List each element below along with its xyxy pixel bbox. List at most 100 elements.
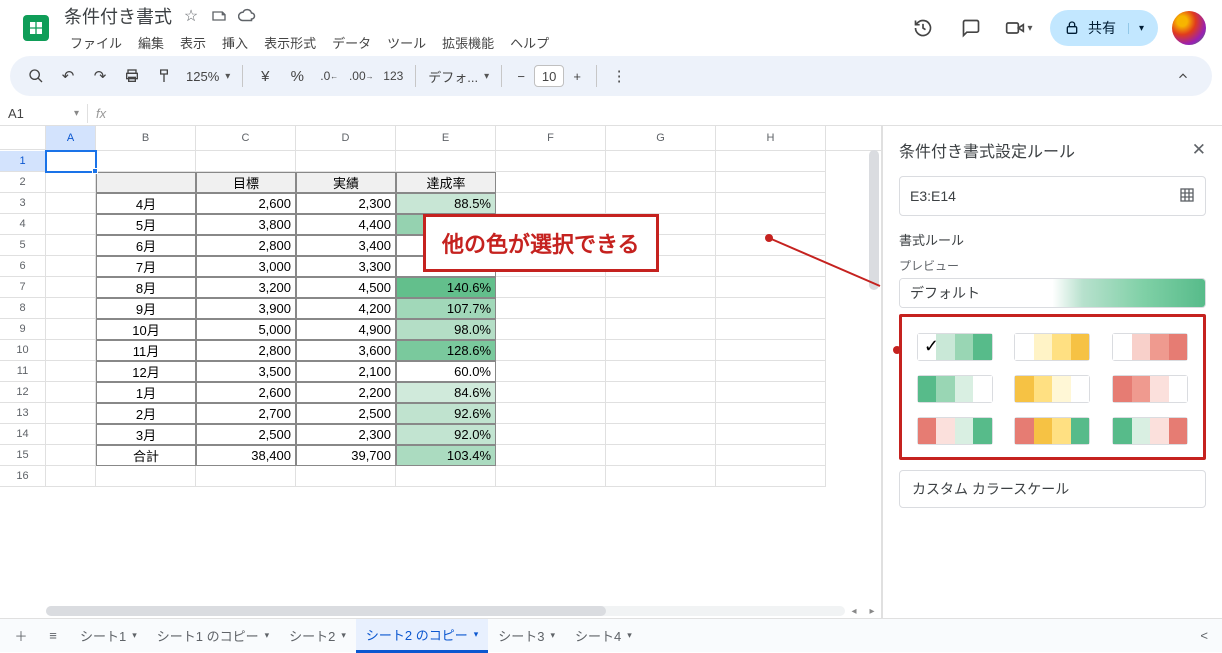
cell-C6[interactable]: 3,000: [196, 256, 296, 277]
cell-H5[interactable]: [716, 235, 826, 256]
zoom-selector[interactable]: 125%▾: [182, 69, 234, 84]
cell-A2[interactable]: [46, 172, 96, 193]
menu-ヘルプ[interactable]: ヘルプ: [504, 31, 555, 54]
cell-E14[interactable]: 92.0%: [396, 424, 496, 445]
sheet-tab-シート2[interactable]: シート2▾: [279, 619, 356, 653]
cell-C7[interactable]: 3,200: [196, 277, 296, 298]
row-head-10[interactable]: 10: [0, 340, 46, 361]
cell-C15[interactable]: 38,400: [196, 445, 296, 466]
menu-ファイル[interactable]: ファイル: [64, 31, 128, 54]
cell-D16[interactable]: [296, 466, 396, 487]
cell-E3[interactable]: 88.5%: [396, 193, 496, 214]
name-box[interactable]: A1▾: [0, 104, 88, 123]
cell-G8[interactable]: [606, 298, 716, 319]
cell-C14[interactable]: 2,500: [196, 424, 296, 445]
cell-B14[interactable]: 3月: [96, 424, 196, 445]
cell-C11[interactable]: 3,500: [196, 361, 296, 382]
cell-B7[interactable]: 8月: [96, 277, 196, 298]
palette-0-0[interactable]: [917, 333, 993, 361]
explore-toggle[interactable]: <: [1192, 628, 1216, 643]
row-head-6[interactable]: 6: [0, 256, 46, 277]
cell-D10[interactable]: 3,600: [296, 340, 396, 361]
cell-F16[interactable]: [496, 466, 606, 487]
star-icon[interactable]: ☆: [182, 7, 200, 25]
cell-C16[interactable]: [196, 466, 296, 487]
cell-G13[interactable]: [606, 403, 716, 424]
cell-G3[interactable]: [606, 193, 716, 214]
cell-H14[interactable]: [716, 424, 826, 445]
cell-C12[interactable]: 2,600: [196, 382, 296, 403]
cell-C2[interactable]: 目標: [196, 172, 296, 193]
cell-F12[interactable]: [496, 382, 606, 403]
cell-C4[interactable]: 3,800: [196, 214, 296, 235]
row-head-5[interactable]: 5: [0, 235, 46, 256]
cell-F13[interactable]: [496, 403, 606, 424]
cell-F7[interactable]: [496, 277, 606, 298]
select-all-corner[interactable]: [0, 126, 46, 150]
menu-ツール[interactable]: ツール: [381, 31, 432, 54]
col-head-B[interactable]: B: [96, 126, 196, 150]
cell-H6[interactable]: [716, 256, 826, 277]
cloud-icon[interactable]: [238, 7, 256, 25]
row-head-11[interactable]: 11: [0, 361, 46, 382]
cell-G11[interactable]: [606, 361, 716, 382]
cell-E1[interactable]: [396, 151, 496, 172]
row-head-1[interactable]: 1: [0, 151, 46, 172]
cell-F2[interactable]: [496, 172, 606, 193]
cell-F14[interactable]: [496, 424, 606, 445]
cell-E16[interactable]: [396, 466, 496, 487]
cell-E2[interactable]: 達成率: [396, 172, 496, 193]
cell-E11[interactable]: 60.0%: [396, 361, 496, 382]
cell-G14[interactable]: [606, 424, 716, 445]
palette-2-1[interactable]: [1014, 417, 1090, 445]
cell-B6[interactable]: 7月: [96, 256, 196, 277]
cell-A8[interactable]: [46, 298, 96, 319]
cell-D6[interactable]: 3,300: [296, 256, 396, 277]
col-head-E[interactable]: E: [396, 126, 496, 150]
cell-F8[interactable]: [496, 298, 606, 319]
cell-D1[interactable]: [296, 151, 396, 172]
menu-拡張機能[interactable]: 拡張機能: [436, 31, 500, 54]
cell-B8[interactable]: 9月: [96, 298, 196, 319]
menu-データ[interactable]: データ: [326, 31, 377, 54]
cell-G15[interactable]: [606, 445, 716, 466]
cell-D11[interactable]: 2,100: [296, 361, 396, 382]
cell-F3[interactable]: [496, 193, 606, 214]
cell-F9[interactable]: [496, 319, 606, 340]
cell-F11[interactable]: [496, 361, 606, 382]
preview-dropdown[interactable]: デフォルト: [899, 278, 1206, 308]
sheet-tab-シート3[interactable]: シート3▾: [488, 619, 565, 653]
cell-D14[interactable]: 2,300: [296, 424, 396, 445]
menu-編集[interactable]: 編集: [132, 31, 170, 54]
cell-C5[interactable]: 2,800: [196, 235, 296, 256]
sheet-tab-シート2 のコピー[interactable]: シート2 のコピー▾: [356, 619, 488, 653]
cell-D15[interactable]: 39,700: [296, 445, 396, 466]
cell-B15[interactable]: 合計: [96, 445, 196, 466]
close-icon[interactable]: ✕: [1192, 140, 1206, 160]
cell-B5[interactable]: 6月: [96, 235, 196, 256]
palette-0-2[interactable]: [1112, 333, 1188, 361]
horizontal-scrollbar[interactable]: ◂▸: [46, 604, 881, 618]
col-head-C[interactable]: C: [196, 126, 296, 150]
palette-1-0[interactable]: [917, 375, 993, 403]
cell-B3[interactable]: 4月: [96, 193, 196, 214]
history-icon[interactable]: [906, 11, 940, 45]
cell-H13[interactable]: [716, 403, 826, 424]
share-dropdown[interactable]: ▾: [1128, 23, 1144, 34]
cell-A1[interactable]: [46, 151, 96, 172]
cell-H15[interactable]: [716, 445, 826, 466]
vertical-scrollbar[interactable]: [867, 150, 881, 602]
increase-decimal-icon[interactable]: .00→: [347, 62, 375, 90]
row-head-4[interactable]: 4: [0, 214, 46, 235]
cell-B4[interactable]: 5月: [96, 214, 196, 235]
cell-H7[interactable]: [716, 277, 826, 298]
more-formats-icon[interactable]: 123: [379, 62, 407, 90]
cell-G1[interactable]: [606, 151, 716, 172]
sheet-tab-シート1[interactable]: シート1▾: [70, 619, 147, 653]
cell-B16[interactable]: [96, 466, 196, 487]
cell-D7[interactable]: 4,500: [296, 277, 396, 298]
cell-G2[interactable]: [606, 172, 716, 193]
cell-B13[interactable]: 2月: [96, 403, 196, 424]
percent-icon[interactable]: %: [283, 62, 311, 90]
menu-挿入[interactable]: 挿入: [216, 31, 254, 54]
